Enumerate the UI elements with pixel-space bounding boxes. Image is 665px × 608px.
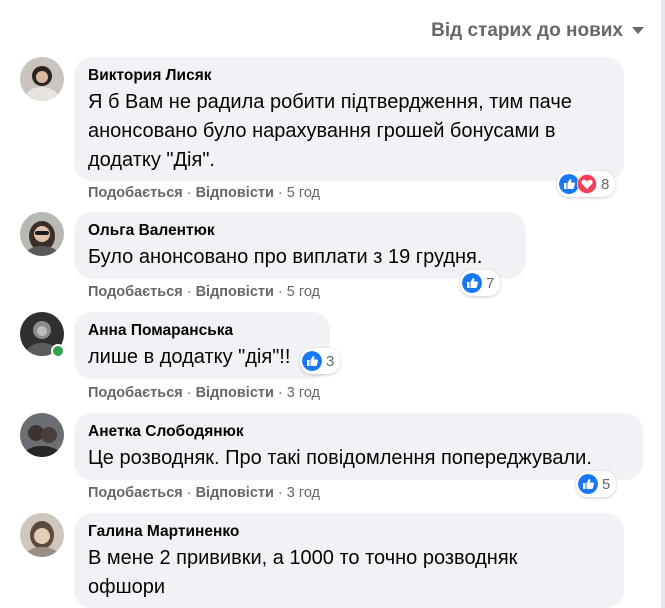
comment-actions: Подобається · Відповісти · 3 год <box>88 385 321 401</box>
like-button[interactable]: Подобається <box>88 385 183 401</box>
reaction-count: 8 <box>601 175 610 193</box>
like-icon <box>559 174 579 194</box>
comment-author[interactable]: Анетка Слободянюк <box>88 422 629 442</box>
reaction-count: 3 <box>326 352 335 370</box>
chevron-down-icon <box>632 27 644 34</box>
comment-author[interactable]: Ольга Валентюк <box>88 221 512 241</box>
sort-dropdown[interactable]: Від старих до нових <box>431 20 645 42</box>
avatar[interactable] <box>20 212 64 256</box>
comment-text: В мене 2 прививки, а 1000 то точно розво… <box>88 547 518 598</box>
comment-bubble: Анна Помаранська лише в додатку "дія"!! <box>74 312 330 379</box>
comment-actions: Подобається · Відповісти · 3 год <box>88 485 321 501</box>
comment-time[interactable]: 5 год <box>287 284 320 300</box>
reaction-summary[interactable]: 7 <box>460 270 501 296</box>
comment-text: Це розводняк. Про такі повідомлення попе… <box>88 447 592 469</box>
like-button[interactable]: Подобається <box>88 485 183 501</box>
reaction-count: 7 <box>486 274 495 292</box>
comment-author[interactable]: Галина Мартиненко <box>88 522 610 542</box>
comment-bubble: Виктория Лисяк Я б Вам не радила робити … <box>74 57 624 181</box>
like-button[interactable]: Подобається <box>88 284 183 300</box>
reply-button[interactable]: Відповісти <box>196 185 274 201</box>
avatar[interactable] <box>20 413 64 457</box>
love-icon <box>577 174 597 194</box>
reply-button[interactable]: Відповісти <box>196 485 274 501</box>
comment-time[interactable]: 5 год <box>287 185 320 201</box>
comment-author[interactable]: Анна Помаранська <box>88 321 316 341</box>
reaction-summary[interactable]: 3 <box>300 348 341 374</box>
comment-time[interactable]: 3 год <box>287 385 320 401</box>
reply-button[interactable]: Відповісти <box>196 385 274 401</box>
like-button[interactable]: Подобається <box>88 185 183 201</box>
sort-label: Від старих до нових <box>431 20 623 41</box>
comment-text: Я б Вам не радила робити підтвердження, … <box>88 91 572 171</box>
comment-author[interactable]: Виктория Лисяк <box>88 66 610 86</box>
avatar[interactable] <box>20 513 64 557</box>
comment-bubble: Анетка Слободянюк Це розводняк. Про такі… <box>74 413 643 480</box>
comment-actions: Подобається · Відповісти · 5 год <box>88 284 321 300</box>
online-status-icon <box>51 344 65 358</box>
like-icon <box>578 474 598 494</box>
comment-actions: Подобається · Відповісти · 5 год <box>88 185 321 201</box>
reply-button[interactable]: Відповісти <box>196 284 274 300</box>
comment-text: лише в додатку "дія"!! <box>88 346 291 368</box>
scrollbar[interactable] <box>661 0 665 608</box>
avatar[interactable] <box>20 57 64 101</box>
comment-bubble: Галина Мартиненко В мене 2 прививки, а 1… <box>74 513 624 608</box>
comment-time[interactable]: 3 год <box>287 485 320 501</box>
comment-bubble: Ольга Валентюк Було анонсовано про випла… <box>74 212 526 279</box>
reaction-summary[interactable]: 8 <box>557 171 616 197</box>
comment-text: Було анонсовано про виплати з 19 грудня. <box>88 246 483 268</box>
like-icon <box>462 273 482 293</box>
reaction-summary[interactable]: 5 <box>576 471 617 497</box>
like-icon <box>302 351 322 371</box>
reaction-count: 5 <box>602 475 611 493</box>
